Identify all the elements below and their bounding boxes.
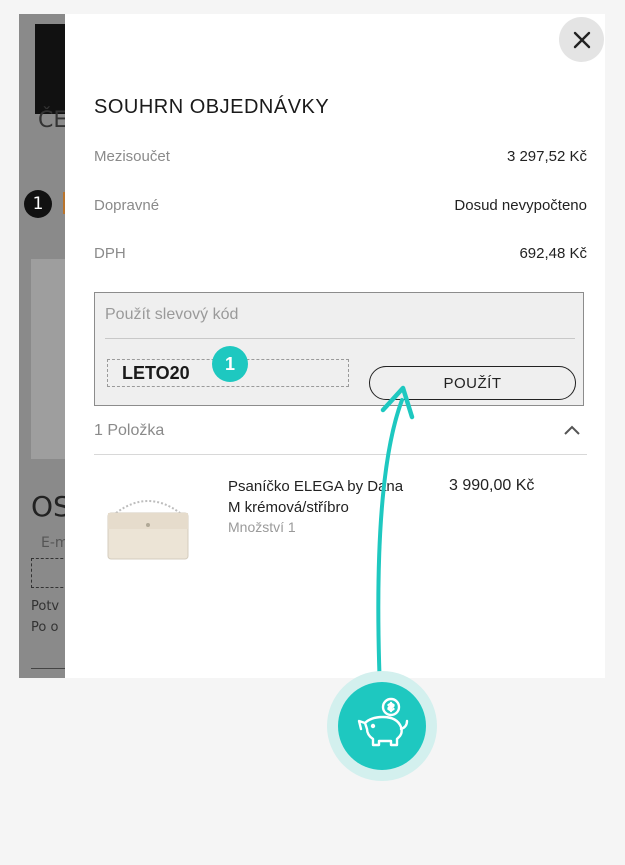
apply-coupon-button[interactable]: POUŽÍT [369, 366, 576, 400]
items-count-header[interactable]: 1 Položka [94, 422, 164, 440]
background-step-number: 1 [24, 190, 52, 218]
product-price: 3 990,00 Kč [449, 477, 535, 494]
piggy-bank-badge [327, 671, 437, 781]
step-badge: 1 [212, 346, 248, 382]
product-name[interactable]: Psaníčko ELEGA by Dana M krémová/stříbro [228, 476, 418, 518]
background-text-line: Potv [31, 599, 60, 614]
subtotal-label: Mezisoučet [94, 148, 170, 165]
subtotal-value: 3 297,52 Kč [506, 148, 587, 165]
vat-value: 692,48 Kč [519, 245, 587, 262]
coupon-label: Použít slevový kód [105, 306, 239, 323]
coupon-divider [105, 338, 575, 339]
vat-label: DPH [94, 245, 126, 262]
piggy-bank-icon [357, 697, 409, 747]
chevron-up-icon[interactable] [563, 424, 581, 436]
shipping-label: Dopravné [94, 197, 160, 214]
summary-title: SOUHRN OBJEDNÁVKY [94, 96, 330, 118]
shipping-value: Dosud nevypočteno [454, 197, 587, 214]
product-quantity: Množství 1 [228, 519, 296, 535]
background-subtitle: ČE [38, 108, 68, 133]
close-button[interactable] [559, 17, 604, 62]
product-image [107, 500, 189, 560]
close-icon [573, 31, 590, 48]
background-text-line: Po o [31, 620, 59, 635]
items-divider [94, 454, 587, 455]
